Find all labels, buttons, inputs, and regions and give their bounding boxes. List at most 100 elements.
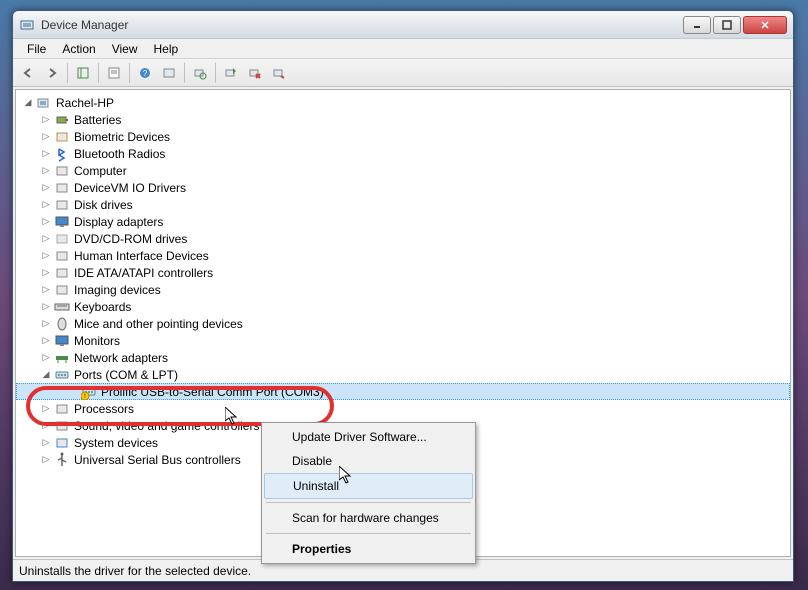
- expand-icon[interactable]: ▷: [40, 250, 52, 262]
- uninstall-button[interactable]: [244, 62, 266, 84]
- tree-node-label: IDE ATA/ATAPI controllers: [74, 266, 213, 280]
- expand-icon[interactable]: ▷: [40, 267, 52, 279]
- tree-device-node[interactable]: ! Prolific USB-to-Serial Comm Port (COM3): [16, 383, 790, 400]
- menu-action[interactable]: Action: [54, 40, 103, 58]
- tree-node-label: Human Interface Devices: [74, 249, 209, 263]
- tree-category-node[interactable]: ▷ IDE ATA/ATAPI controllers: [16, 264, 790, 281]
- biometric-icon: [54, 129, 70, 145]
- driver-icon: [54, 180, 70, 196]
- disk-icon: [54, 197, 70, 213]
- context-menu-item[interactable]: Uninstall: [264, 473, 473, 499]
- expand-icon[interactable]: ▷: [40, 437, 52, 449]
- system-icon: [54, 435, 70, 451]
- computer-icon: [36, 95, 52, 111]
- expand-icon[interactable]: ◢: [40, 369, 52, 381]
- tree-category-node[interactable]: ▷ Display adapters: [16, 213, 790, 230]
- tree-node-label: System devices: [74, 436, 158, 450]
- expand-icon[interactable]: ▷: [40, 420, 52, 432]
- tree-category-node[interactable]: ▷ Disk drives: [16, 196, 790, 213]
- close-button[interactable]: [743, 16, 787, 34]
- forward-button[interactable]: [41, 62, 63, 84]
- tree-category-node[interactable]: ▷ Monitors: [16, 332, 790, 349]
- tree-category-node[interactable]: ▷Processors: [16, 400, 790, 417]
- context-menu-item[interactable]: Update Driver Software...: [264, 425, 473, 449]
- tree-category-node[interactable]: ▷ Imaging devices: [16, 281, 790, 298]
- expand-icon[interactable]: ▷: [40, 131, 52, 143]
- expand-icon[interactable]: ▷: [40, 403, 52, 415]
- action-button[interactable]: [158, 62, 180, 84]
- expand-icon[interactable]: ▷: [40, 454, 52, 466]
- expand-icon[interactable]: ▷: [40, 233, 52, 245]
- menu-view[interactable]: View: [104, 40, 146, 58]
- tree-node-label: Display adapters: [74, 215, 163, 229]
- window-title: Device Manager: [41, 18, 681, 32]
- tree-node-label: Sound, video and game controllers: [74, 419, 259, 433]
- tree-node-label: Imaging devices: [74, 283, 161, 297]
- tree-category-node[interactable]: ▷ Batteries: [16, 111, 790, 128]
- show-hide-tree-button[interactable]: [72, 62, 94, 84]
- context-menu-item[interactable]: Properties: [264, 537, 473, 561]
- tree-category-node[interactable]: ▷Keyboards: [16, 298, 790, 315]
- titlebar[interactable]: Device Manager: [13, 11, 793, 39]
- tree-node-label: Batteries: [74, 113, 121, 127]
- tree-node-label: Monitors: [74, 334, 120, 348]
- monitor-icon: [54, 333, 70, 349]
- port-icon: [54, 367, 70, 383]
- tree-root-node[interactable]: ◢Rachel-HP: [16, 94, 790, 111]
- expand-icon[interactable]: ◢: [22, 97, 34, 109]
- dvd-icon: [54, 231, 70, 247]
- expand-icon[interactable]: ▷: [40, 199, 52, 211]
- expand-icon[interactable]: ▷: [40, 318, 52, 330]
- expand-icon[interactable]: ▷: [40, 165, 52, 177]
- hid-icon: [54, 248, 70, 264]
- expand-icon[interactable]: ▷: [40, 352, 52, 364]
- back-button[interactable]: [17, 62, 39, 84]
- context-menu-item[interactable]: Scan for hardware changes: [264, 506, 473, 530]
- context-menu-separator: [266, 502, 471, 503]
- expand-icon[interactable]: ▷: [40, 148, 52, 160]
- tree-category-node[interactable]: ▷Biometric Devices: [16, 128, 790, 145]
- tree-category-node[interactable]: ▷ Mice and other pointing devices: [16, 315, 790, 332]
- tree-node-label: Mice and other pointing devices: [74, 317, 243, 331]
- tree-node-label: Network adapters: [74, 351, 168, 365]
- expand-icon[interactable]: ▷: [40, 335, 52, 347]
- battery-icon: [54, 112, 70, 128]
- disable-button[interactable]: [268, 62, 290, 84]
- update-driver-button[interactable]: [220, 62, 242, 84]
- app-icon: [19, 17, 35, 33]
- tree-category-node[interactable]: ◢Ports (COM & LPT): [16, 366, 790, 383]
- tree-node-label: Disk drives: [74, 198, 133, 212]
- tree-node-label: Prolific USB-to-Serial Comm Port (COM3): [101, 385, 324, 399]
- context-menu-item[interactable]: Disable: [264, 449, 473, 473]
- port-icon: !: [81, 384, 97, 400]
- menubar: File Action View Help: [13, 39, 793, 59]
- tree-category-node[interactable]: ▷Computer: [16, 162, 790, 179]
- menu-help[interactable]: Help: [146, 40, 187, 58]
- tree-category-node[interactable]: ▷ DVD/CD-ROM drives: [16, 230, 790, 247]
- menu-file[interactable]: File: [19, 40, 54, 58]
- sound-icon: [54, 418, 70, 434]
- expand-icon[interactable]: ▷: [40, 114, 52, 126]
- tree-node-label: DeviceVM IO Drivers: [74, 181, 186, 195]
- context-menu: Update Driver Software...DisableUninstal…: [261, 422, 476, 564]
- expand-icon[interactable]: ▷: [40, 216, 52, 228]
- tree-node-label: DVD/CD-ROM drives: [74, 232, 187, 246]
- tree-node-label: Bluetooth Radios: [74, 147, 165, 161]
- minimize-button[interactable]: [683, 16, 711, 34]
- tree-category-node[interactable]: ▷ Bluetooth Radios: [16, 145, 790, 162]
- tree-category-node[interactable]: ▷ Network adapters: [16, 349, 790, 366]
- display-icon: [54, 214, 70, 230]
- expand-icon[interactable]: ▷: [40, 182, 52, 194]
- maximize-button[interactable]: [713, 16, 741, 34]
- scan-button[interactable]: [189, 62, 211, 84]
- expand-icon[interactable]: ▷: [40, 301, 52, 313]
- mouse-icon: [54, 316, 70, 332]
- bluetooth-icon: [54, 146, 70, 162]
- tree-category-node[interactable]: ▷ DeviceVM IO Drivers: [16, 179, 790, 196]
- computer-icon: [54, 163, 70, 179]
- properties-button[interactable]: [103, 62, 125, 84]
- keyboard-icon: [54, 299, 70, 315]
- tree-category-node[interactable]: ▷ Human Interface Devices: [16, 247, 790, 264]
- expand-icon[interactable]: ▷: [40, 284, 52, 296]
- help-button[interactable]: ?: [134, 62, 156, 84]
